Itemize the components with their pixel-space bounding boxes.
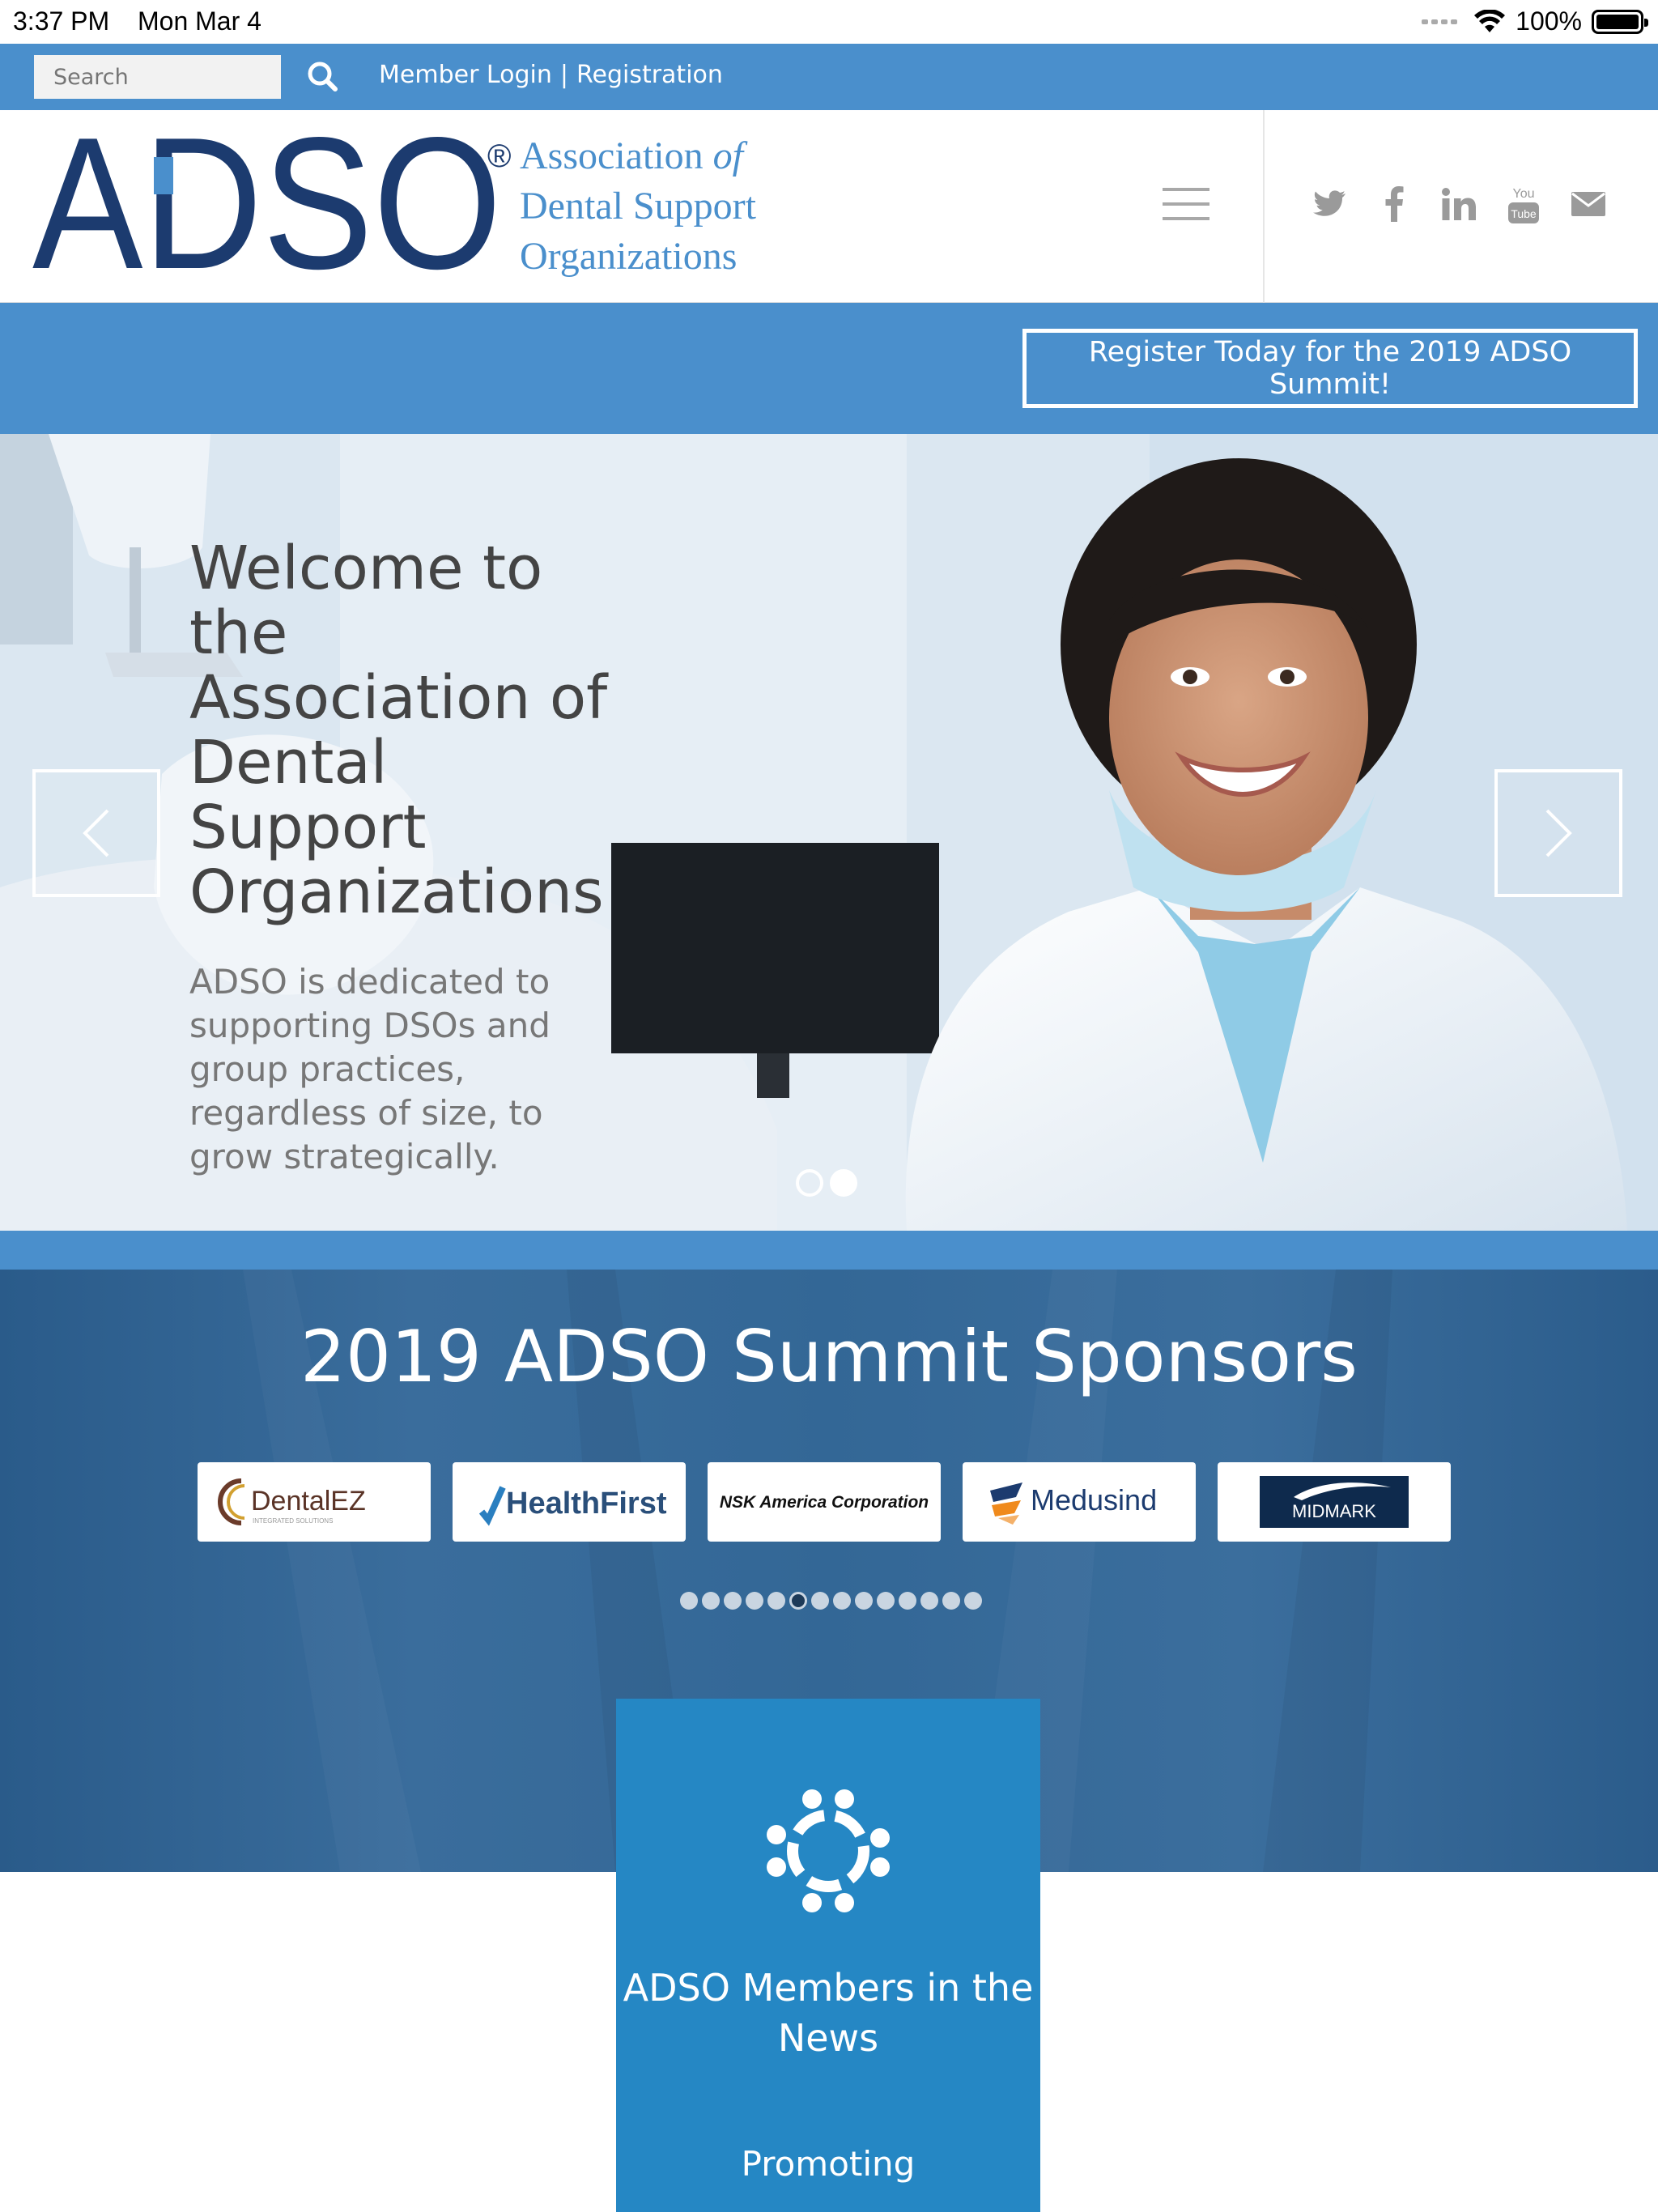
- sponsor-dot[interactable]: [877, 1592, 895, 1610]
- facebook-icon[interactable]: [1376, 185, 1412, 223]
- register-summit-button[interactable]: Register Today for the 2019 ADSO Summit!: [1022, 329, 1638, 408]
- org-name-line2: Dental Support: [520, 185, 756, 228]
- member-login-link[interactable]: Member Login: [379, 61, 552, 89]
- battery-percent: 100%: [1516, 6, 1582, 36]
- slider-next-button[interactable]: [1494, 769, 1622, 897]
- site-header: ADSO ® Association of Dental Support Org…: [0, 99, 1658, 308]
- sponsor-dot[interactable]: [855, 1592, 873, 1610]
- nsk-wordmark: NSK America Corporation: [720, 1493, 929, 1512]
- login-links: Member Login | Registration: [379, 61, 723, 89]
- status-right: 100%: [1422, 6, 1648, 36]
- sponsor-logo-midmark[interactable]: MIDMARK: [1218, 1462, 1451, 1542]
- hero-slider: Welcome to the Association of Dental Sup…: [0, 434, 1658, 1231]
- sponsor-dot[interactable]: [680, 1592, 698, 1610]
- chevron-left-icon: [83, 809, 109, 857]
- medusind-wordmark: Medusind: [1031, 1483, 1157, 1516]
- sponsor-logo-medusind[interactable]: Medusind: [963, 1462, 1196, 1542]
- hero-title: Welcome to the Association of Dental Sup…: [189, 534, 608, 927]
- status-time: 3:37 PM: [13, 6, 110, 36]
- register-band: Register Today for the 2019 ADSO Summit!: [0, 303, 1658, 434]
- chevron-right-icon: [1545, 809, 1572, 857]
- battery-icon: [1592, 9, 1648, 34]
- org-name-line1: Association: [520, 134, 704, 177]
- sponsors-title: 2019 ADSO Summit Sponsors: [300, 1315, 1358, 1398]
- org-name-line3: Organizations: [520, 235, 738, 278]
- registration-link[interactable]: Registration: [576, 61, 723, 89]
- search-input[interactable]: [34, 55, 281, 99]
- hero-bottom-band: [0, 1231, 1658, 1270]
- status-date: Mon Mar 4: [138, 6, 261, 36]
- search-icon: [308, 62, 338, 91]
- sponsor-dot-active[interactable]: [789, 1592, 807, 1610]
- status-bar: 3:37 PM Mon Mar 4 100%: [0, 0, 1658, 44]
- header-divider: [1263, 110, 1265, 303]
- news-card-text: Promoting: [741, 2144, 916, 2184]
- signal-icon: [1422, 19, 1458, 24]
- top-bar: Member Login | Registration: [0, 44, 1658, 110]
- sponsor-dot[interactable]: [920, 1592, 938, 1610]
- sponsor-dot[interactable]: [811, 1592, 829, 1610]
- hero-dot-2[interactable]: [830, 1169, 857, 1197]
- youtube-icon-label-top: You: [1513, 187, 1535, 201]
- sponsor-logo-healthfirst[interactable]: HealthFirst: [453, 1462, 686, 1542]
- hero-pagination: [796, 1169, 857, 1197]
- sponsor-dot[interactable]: [942, 1592, 960, 1610]
- social-links: You Tube: [1312, 185, 1606, 223]
- hero-subtitle: ADSO is dedicated to supporting DSOs and…: [189, 962, 551, 1176]
- mail-icon[interactable]: [1571, 185, 1606, 223]
- healthfirst-wordmark: HealthFirst: [506, 1487, 667, 1521]
- sponsor-logo-nsk[interactable]: NSK America Corporation: [708, 1462, 941, 1542]
- hero-dot-1[interactable]: [796, 1169, 823, 1197]
- registered-mark: ®: [487, 138, 511, 174]
- members-news-card[interactable]: ADSO Members in the News Promoting: [616, 1699, 1040, 2212]
- linkedin-icon[interactable]: [1441, 185, 1477, 223]
- org-name-of: of: [712, 134, 743, 177]
- sponsor-dot[interactable]: [964, 1592, 982, 1610]
- sponsor-dot[interactable]: [702, 1592, 720, 1610]
- sponsor-dot[interactable]: [724, 1592, 742, 1610]
- twitter-icon[interactable]: [1312, 185, 1347, 223]
- sponsor-dot[interactable]: [899, 1592, 916, 1610]
- sponsor-dot[interactable]: [746, 1592, 763, 1610]
- midmark-wordmark: MIDMARK: [1292, 1501, 1376, 1521]
- youtube-icon-label-bottom: Tube: [1511, 207, 1537, 220]
- svg-text:DentalEZ: DentalEZ: [251, 1486, 366, 1516]
- logo-mark: ADSO: [32, 126, 502, 288]
- community-icon: [767, 1789, 890, 1912]
- search-button[interactable]: [304, 58, 342, 96]
- link-separator: |: [559, 61, 568, 89]
- sponsor-dot[interactable]: [833, 1592, 851, 1610]
- wifi-icon: [1474, 9, 1506, 32]
- hamburger-menu-icon[interactable]: [1163, 188, 1209, 222]
- sponsor-logo-dentalez[interactable]: DentalEZ INTEGRATED SOLUTIONS: [198, 1462, 431, 1542]
- dentalez-tagline: INTEGRATED SOLUTIONS: [253, 1517, 333, 1525]
- news-card-title: ADSO Members in the News: [623, 1966, 1034, 2060]
- youtube-icon[interactable]: You Tube: [1506, 185, 1541, 223]
- slider-prev-button[interactable]: [32, 769, 160, 897]
- logo-org-name: Association of Dental Support Organizati…: [520, 131, 756, 282]
- sponsor-pagination: [680, 1592, 982, 1610]
- sponsor-logos: DentalEZ INTEGRATED SOLUTIONS HealthFirs…: [198, 1462, 1451, 1542]
- sponsor-dot[interactable]: [767, 1592, 785, 1610]
- dentalez-wordmark: DentalEZ: [251, 1486, 366, 1516]
- adso-logo[interactable]: ADSO ®: [32, 99, 518, 308]
